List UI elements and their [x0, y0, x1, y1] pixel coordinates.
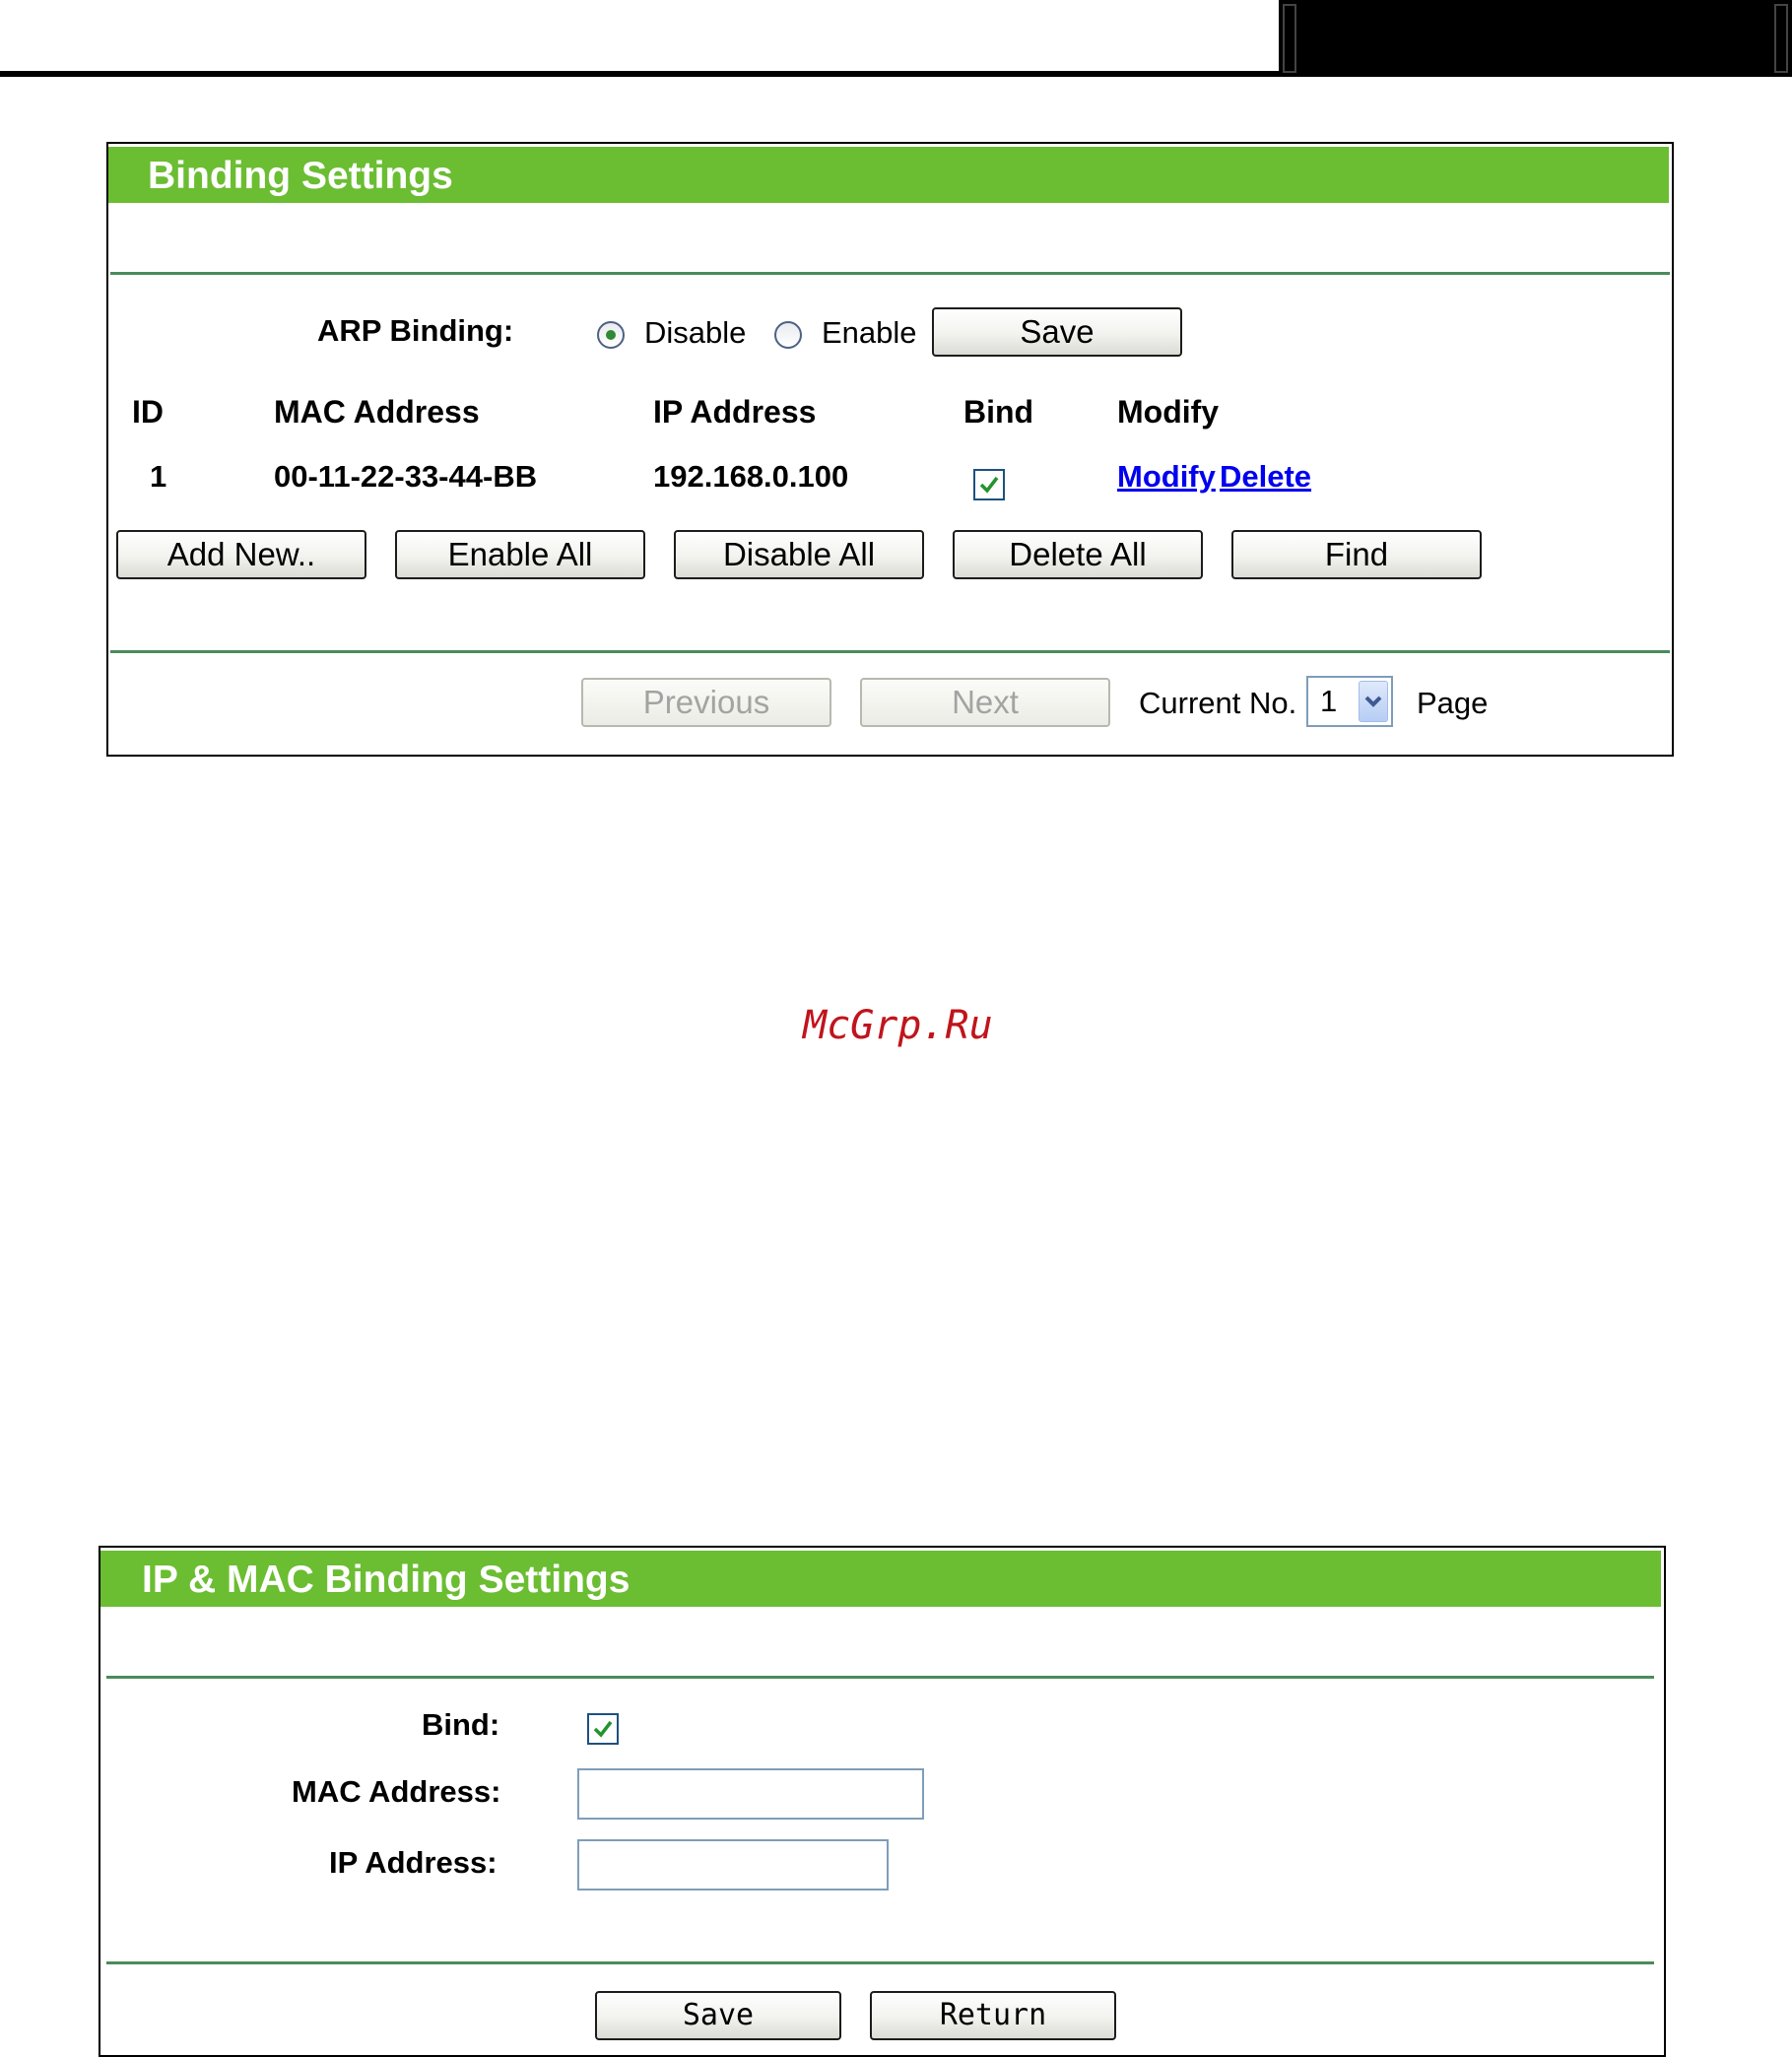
mac-address-input[interactable] [577, 1768, 924, 1820]
current-page-value: 1 [1320, 684, 1338, 718]
watermark-text: McGrp.Ru [803, 1003, 993, 1048]
row-bind-checkbox[interactable] [973, 469, 1005, 500]
radio-selected-dot [606, 330, 616, 340]
row-id: 1 [150, 459, 167, 494]
arp-enable-label[interactable]: Enable [822, 315, 917, 351]
return-button[interactable]: Return [870, 1991, 1116, 2040]
ip-mac-binding-title: IP & MAC Binding Settings [100, 1548, 1664, 1607]
panel-divider-top [110, 272, 1670, 275]
page-top-block [1279, 0, 1792, 77]
arp-enable-radio[interactable] [774, 321, 802, 349]
column-header-ip: IP Address [653, 394, 817, 430]
column-header-id: ID [132, 394, 164, 430]
top-block-notch-right [1774, 4, 1788, 73]
bind-label: Bind: [422, 1707, 500, 1742]
page-top-rule [0, 71, 1279, 77]
ip-address-label: IP Address: [329, 1845, 498, 1880]
binding-settings-title: Binding Settings [108, 144, 1672, 203]
panel-divider-bottom [110, 650, 1670, 653]
save-button[interactable]: Save [595, 1991, 841, 2040]
arp-disable-label[interactable]: Disable [644, 315, 746, 351]
binding-settings-panel: Binding Settings ARP Binding: Disable En… [106, 142, 1674, 757]
column-header-modify: Modify [1117, 394, 1220, 430]
current-page-select[interactable]: 1 [1306, 676, 1393, 727]
top-block-notch-left [1283, 4, 1296, 73]
panel-divider-top [106, 1676, 1654, 1679]
add-new-button[interactable]: Add New.. [116, 530, 366, 579]
arp-binding-label: ARP Binding: [317, 313, 514, 348]
current-no-label: Current No. [1139, 686, 1297, 720]
chevron-down-icon [1364, 696, 1382, 707]
ip-address-input[interactable] [577, 1839, 889, 1891]
page-label: Page [1417, 686, 1489, 720]
row-modify-link[interactable]: Modify [1117, 459, 1216, 495]
arp-save-button[interactable]: Save [932, 307, 1182, 357]
row-delete-link[interactable]: Delete [1220, 459, 1311, 495]
delete-all-button[interactable]: Delete All [953, 530, 1203, 579]
find-button[interactable]: Find [1231, 530, 1482, 579]
arp-disable-radio[interactable] [597, 321, 625, 349]
next-button[interactable]: Next [860, 678, 1110, 727]
column-header-bind: Bind [963, 394, 1034, 430]
row-ip: 192.168.0.100 [653, 459, 849, 494]
dropdown-arrow[interactable] [1359, 681, 1388, 722]
column-header-mac: MAC Address [274, 394, 480, 430]
enable-all-button[interactable]: Enable All [395, 530, 645, 579]
disable-all-button[interactable]: Disable All [674, 530, 924, 579]
mac-address-label: MAC Address: [292, 1774, 501, 1809]
ip-mac-binding-panel: IP & MAC Binding Settings Bind: MAC Addr… [99, 1546, 1666, 2057]
checkmark-icon [979, 476, 999, 494]
panel-divider-bottom [106, 1961, 1654, 1964]
previous-button[interactable]: Previous [581, 678, 831, 727]
row-mac: 00-11-22-33-44-BB [274, 459, 538, 494]
bind-checkbox[interactable] [587, 1713, 619, 1745]
checkmark-icon [593, 1720, 613, 1738]
